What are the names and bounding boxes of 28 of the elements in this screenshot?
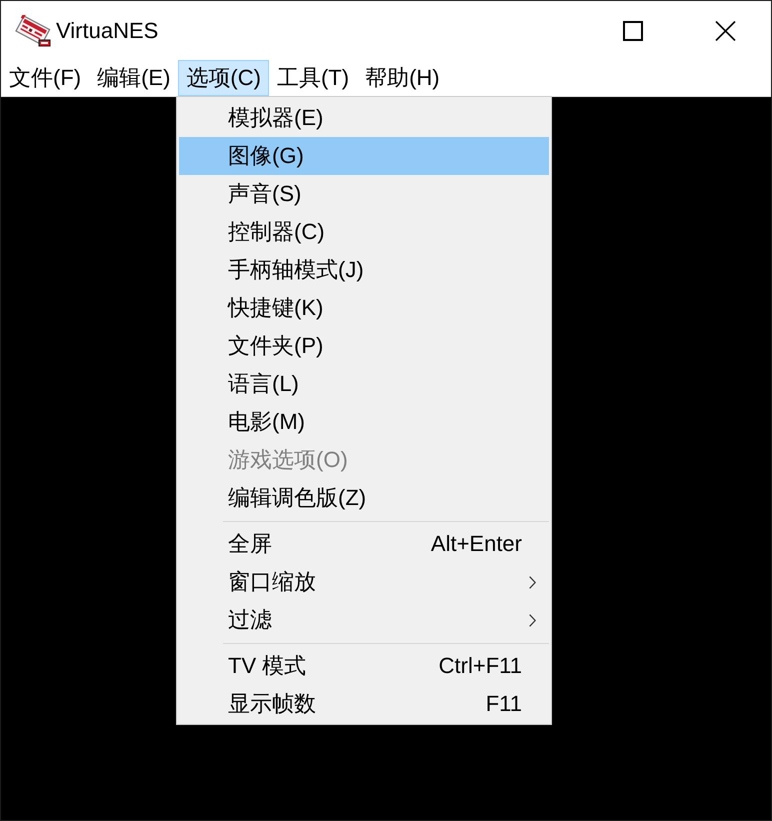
menu-item[interactable]: TV 模式 Ctrl+F11 <box>179 647 549 685</box>
menu-bar-item[interactable]: 选项(C) <box>178 60 269 96</box>
menu-item[interactable]: 控制器(C) <box>179 213 549 251</box>
menu-item[interactable]: 声音(S) <box>179 175 549 213</box>
menu-item[interactable]: 电影(M) <box>179 403 549 441</box>
shortcut-text: Alt+Enter <box>430 531 522 557</box>
window-title: VirtuaNES <box>56 18 158 44</box>
menu-item[interactable]: 语言(L) <box>179 365 549 403</box>
menu-item[interactable]: 文件夹(P) <box>179 327 549 365</box>
shortcut-text: Ctrl+F11 <box>438 653 522 679</box>
maximize-icon <box>623 20 643 40</box>
menu-bar-item[interactable]: 工具(T) <box>268 60 358 96</box>
menu-bar-item[interactable]: 帮助(H) <box>357 60 448 96</box>
menu-item[interactable]: 手柄轴模式(J) <box>179 251 549 289</box>
menu-bar-item[interactable]: 编辑(E) <box>89 60 178 96</box>
menu-item[interactable]: 全屏 Alt+Enter <box>179 525 549 563</box>
menu-item[interactable]: 显示帧数 F11 <box>179 685 549 723</box>
menu-item[interactable]: 过滤 <box>179 601 549 639</box>
menu-item[interactable]: 编辑调色版(Z) <box>179 479 549 517</box>
menu-item[interactable]: 快捷键(K) <box>179 289 549 327</box>
shortcut-text: F11 <box>486 691 522 717</box>
chevron-right-icon <box>529 614 536 626</box>
menu-item[interactable]: 图像(G) <box>179 137 549 175</box>
close-icon <box>714 20 736 40</box>
menu-item[interactable]: 窗口缩放 <box>179 563 549 601</box>
chevron-right-icon <box>529 576 536 588</box>
menu-item[interactable]: 模拟器(E) <box>179 99 549 137</box>
menu-bar-item[interactable]: 文件(F) <box>1 60 90 96</box>
